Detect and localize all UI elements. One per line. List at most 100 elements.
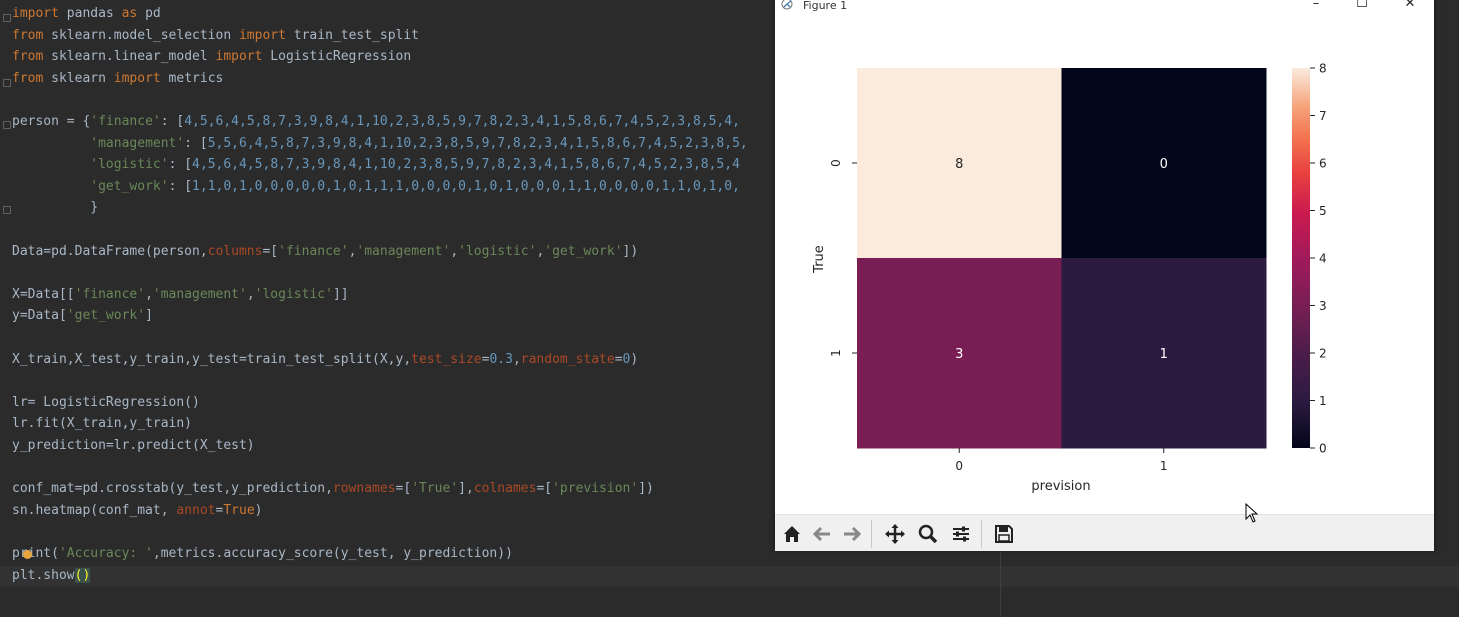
pan-icon[interactable] [882,521,908,547]
code-line[interactable]: } [12,197,98,218]
back-arrow-icon[interactable] [809,521,835,547]
code-token: pd [137,6,161,21]
code-token: sklearn.model_selection [43,27,239,43]
code-line[interactable]: Data=pd.DataFrame(person,columns=['finan… [12,241,638,262]
minimize-button[interactable]: – [1305,0,1327,12]
cell-annotation: 1 [1160,347,1168,362]
code-token: X_train,X_test,y_train,y_test=train_test… [12,351,412,367]
code-token: 'logistic' [90,157,169,173]
colorbar-tick-label: 2 [1319,347,1327,361]
colorbar-tick-label: 8 [1319,62,1327,76]
code-line[interactable]: lr= LogisticRegression() [12,392,200,413]
code-token: ]) [638,481,654,497]
code-token: , [512,351,521,367]
configure-subplots-icon[interactable] [948,521,974,547]
home-icon[interactable] [779,521,805,547]
code-token: 'management' [356,243,451,259]
forward-arrow-icon[interactable] [839,521,865,547]
code-token: = [614,351,623,367]
fold-marker-icon[interactable] [3,79,11,87]
colorbar-tick-label: 5 [1319,204,1327,218]
colorbar-tick-label: 4 [1319,252,1327,266]
code-token: from [12,70,44,86]
code-token: conf_mat=pd.crosstab(y_test,y_prediction… [12,481,333,497]
code-token: () [74,567,91,583]
cell-annotation: 0 [1160,157,1168,172]
code-line[interactable]: 'get_work': [1,1,0,1,0,0,0,0,0,1,0,1,1,1… [12,176,740,197]
code-line[interactable]: X_train,X_test,y_train,y_test=train_test… [12,349,638,370]
code-line[interactable]: from sklearn import metrics [12,68,223,89]
code-token: 'management' [90,135,185,151]
intention-bulb-icon[interactable] [23,550,32,559]
code-line[interactable]: import pandas as pd [12,3,161,24]
code-line[interactable]: from sklearn.linear_model import Logisti… [12,46,411,67]
code-line[interactable]: plt.show() [12,565,91,586]
code-token: True [223,502,255,518]
code-token: pandas [58,6,122,21]
code-token: 'logistic' [254,286,333,302]
code-line[interactable]: y_prediction=lr.predict(X_test) [12,435,255,456]
code-token: sklearn [43,70,114,86]
code-line[interactable]: y=Data['get_work'] [12,305,153,326]
fold-marker-icon[interactable] [3,14,11,22]
figure-titlebar[interactable]: Figure 1 – ☐ ✕ [775,0,1434,14]
code-token: ], [458,481,474,497]
code-line[interactable]: 'logistic': [4,5,6,4,5,8,7,3,9,8,4,1,10,… [12,154,740,175]
toolbar-separator [871,520,872,548]
code-token: random_state [520,351,615,367]
colorbar-tick-label: 0 [1319,442,1327,456]
x-tick-label: 0 [955,459,963,473]
code-token: plt.show [12,567,75,583]
cell-annotation: 3 [955,347,963,362]
code-token: ) [630,351,639,367]
code-token: : [ [168,157,193,173]
code-token: as [121,6,138,21]
code-token: 'True' [411,481,459,497]
zoom-icon[interactable] [915,521,941,547]
code-token: ,metrics.accuracy_score(y_test, y_predic… [152,546,513,561]
y-axis-label: True [812,245,827,274]
code-line[interactable]: print('Accuracy: ',metrics.accuracy_scor… [12,543,513,564]
code-token: 'finance' [74,286,146,302]
code-token: ]] [332,286,349,302]
code-token: colnames [473,481,537,497]
code-token: X=Data[[ [12,286,75,302]
code-line[interactable]: lr.fit(X_train,y_train) [12,413,192,434]
code-token: 'Accuracy: ' [58,546,153,561]
x-axis-label: prevision [1031,479,1090,494]
maximize-button[interactable]: ☐ [1351,0,1373,12]
code-token: y_prediction=lr.predict(X_test) [12,438,255,453]
code-line[interactable]: conf_mat=pd.crosstab(y_test,y_prediction… [12,478,654,499]
code-token: , [450,243,459,259]
code-line[interactable]: 'management': [5,5,6,4,5,8,7,3,9,8,4,1,1… [12,133,747,154]
code-line[interactable]: person = {'finance': [4,5,6,4,5,8,7,3,9,… [12,111,740,132]
colorbar [1292,68,1310,448]
fold-marker-icon[interactable] [3,206,11,214]
code-token: } [12,200,99,216]
cell-annotation: 8 [955,157,963,172]
code-token: 'logistic' [458,243,537,259]
code-token: Data=pd.DataFrame(person, [12,243,208,259]
fold-marker-icon[interactable] [3,121,11,129]
code-token: y=Data[ [12,308,67,324]
code-line[interactable]: from sklearn.model_selection import trai… [12,25,419,46]
code-token: lr.fit(X_train,y_train) [12,416,193,432]
code-token: import [12,6,59,21]
colorbar-tick-label: 1 [1319,394,1327,408]
code-token: 'finance' [90,114,161,129]
figure-window[interactable]: Figure 1 – ☐ ✕ 8 0 3 1 0 1 0 1 prevision True [775,0,1434,551]
code-line[interactable]: X=Data[['finance','management','logistic… [12,284,349,305]
code-token: annot [176,502,216,518]
close-button[interactable]: ✕ [1399,0,1421,12]
mouse-cursor-icon [1245,503,1259,523]
save-icon[interactable] [991,521,1017,547]
code-token: 'get_work' [544,243,623,259]
code-line[interactable]: sn.heatmap(conf_mat, annot=True) [12,500,262,521]
code-token: lr= LogisticRegression() [12,394,200,410]
matplotlib-logo-icon [781,0,793,10]
code-token: : [ [168,178,193,194]
code-token: from [12,27,44,43]
